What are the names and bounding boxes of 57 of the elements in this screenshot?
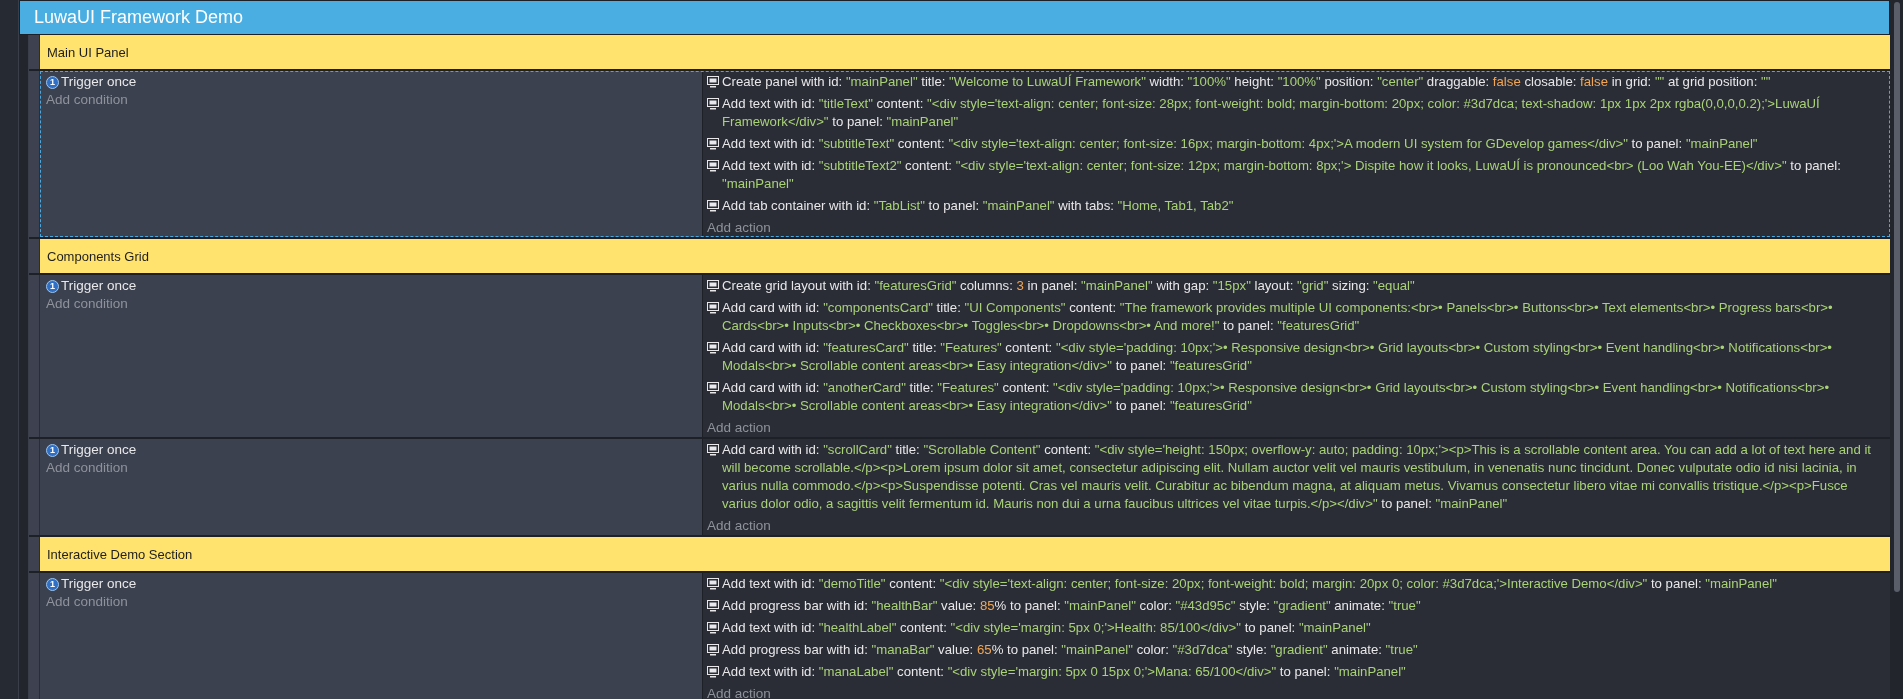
monitor-icon xyxy=(707,444,719,456)
action-text[interactable]: Add card with id: "anotherCard" title: "Features" content: "<div style='padding: 10px;'>• Responsive design<br>• Grid layouts<br>• Custom styling<br>• Event handling<br>• Notifications<br>• Modals<br>• Scrollable content areas<br>• Easy integration</div>" to panel: "featuresGrid" xyxy=(722,379,1886,415)
event-block[interactable] xyxy=(40,275,1890,437)
drag-handle[interactable] xyxy=(29,439,40,535)
action-text[interactable]: Add text with id: "demoTitle" content: "<div style='text-align: center; font-size: 20px; font-weight: bold; margin: 20px 0; color: #3d7dca;'>Interactive Demo</div>" to panel: "mainPanel" xyxy=(722,575,1777,593)
monitor-icon xyxy=(707,622,719,634)
trigger-once-icon: 1 xyxy=(46,577,59,591)
action-text[interactable]: Add tab container with id: "TabList" to panel: "mainPanel" with tabs: "Home, Tab1, Tab2" xyxy=(722,197,1234,215)
trigger-once-icon: 1 xyxy=(46,75,59,89)
action-text[interactable]: Add progress bar with id: "healthBar" value: 85% to panel: "mainPanel" color: "#43d95c" style: "gradient" animate: "true" xyxy=(722,597,1421,615)
drag-handle[interactable] xyxy=(29,275,40,437)
add-action-link[interactable]: Add action xyxy=(707,517,771,535)
drag-handle[interactable] xyxy=(29,573,40,699)
action-text[interactable]: Create grid layout with id: "featuresGrid" columns: 3 in panel: "mainPanel" with gap: "15px" layout: "grid" sizing: "equal" xyxy=(722,277,1415,295)
drag-handle[interactable] xyxy=(29,239,40,273)
monitor-icon xyxy=(707,382,719,394)
event-block[interactable] xyxy=(40,439,1890,535)
drag-handle[interactable] xyxy=(29,35,40,69)
monitor-icon xyxy=(707,600,719,612)
monitor-icon xyxy=(707,76,719,88)
monitor-icon xyxy=(707,666,719,678)
scrollbar[interactable] xyxy=(1893,2,1900,592)
add-action-link[interactable]: Add action xyxy=(707,685,771,699)
monitor-icon xyxy=(707,98,719,110)
comment-bar[interactable]: Main UI Panel xyxy=(40,35,1890,69)
drag-handle[interactable] xyxy=(29,537,40,571)
monitor-icon xyxy=(707,160,719,172)
action-text[interactable]: Add card with id: "scrollCard" title: "Scrollable Content" content: "<div style='height: 150px; overflow-y: auto; padding: 10px;'><p>This is a scrollable content area. You can add a lot of text here and it will become scrollable.</p><p>Lorem ipsum dolor sit amet, consectetur adipiscing elit. Nullam auctor velit vel mauris vestibulum, in venenatis nunc tincidunt. Donec vulputate odio id nisi lacinia, in varius nulla commodo.</p><p>Suspendisse potenti. Cras vel mauris velit. Curabitur ac bibendum magna, at aliquam metus. Vivamus consectetur libero vitae mi convallis tristique.</p><p>Fusce varius dolor odio, a sagittis velit fermentum id. Mauris non dui a urna faucibus ultrices vel vitae turpis.</p></div>" to panel: "mainPanel" xyxy=(722,441,1886,513)
monitor-icon xyxy=(707,280,719,292)
event-block[interactable] xyxy=(40,573,1890,699)
drag-handle[interactable] xyxy=(29,71,40,237)
action-text[interactable]: Add text with id: "manaLabel" content: "<div style='margin: 5px 0 15px 0;'>Mana: 65/100</div>" to panel: "mainPanel" xyxy=(722,663,1406,681)
action-text[interactable]: Add progress bar with id: "manaBar" value: 65% to panel: "mainPanel" color: "#3d7dca" style: "gradient" animate: "true" xyxy=(722,641,1418,659)
action-text[interactable]: Create panel with id: "mainPanel" title: "Welcome to LuwaUÍ Framework" width: "100%" height: "100%" position: "center" draggable: false closable: false in grid: "" at grid position: "" xyxy=(722,73,1771,91)
monitor-icon xyxy=(707,342,719,354)
monitor-icon xyxy=(707,302,719,314)
monitor-icon xyxy=(707,200,719,212)
add-action-link[interactable]: Add action xyxy=(707,419,771,437)
action-text[interactable]: Add card with id: "featuresCard" title: "Features" content: "<div style='padding: 10px;'>• Responsive design<br>• Grid layouts<br>• Custom styling<br>• Event handling<br>• Notifications<br>• Modals<br>• Scrollable content areas<br>• Easy integration</div>" to panel: "featuresGrid" xyxy=(722,339,1886,375)
action-text[interactable]: Add text with id: "healthLabel" content: "<div style='margin: 5px 0;'>Health: 85/100</div>" to panel: "mainPanel" xyxy=(722,619,1371,637)
condition-text[interactable]: Trigger once xyxy=(61,277,137,295)
action-text[interactable]: Add text with id: "subtitleText" content: "<div style='text-align: center; font-size: 16px; margin-bottom: 4px;'>A modern UI system for GDevelop games</div>" to panel: "mainPanel" xyxy=(722,135,1758,153)
condition-text[interactable]: Trigger once xyxy=(61,73,137,91)
monitor-icon xyxy=(707,578,719,590)
action-text[interactable]: Add card with id: "componentsCard" title: "UI Components" content: "The framework provides multiple UI components:<br>• Panels<br>• Buttons<br>• Text elements<br>• Progress bars<br>• Cards<br>• Inputs<br>• Checkboxes<br>• Toggles<br>• Dropdowns<br>• And more!" to panel: "featuresGrid" xyxy=(722,299,1886,335)
action-text[interactable]: Add text with id: "subtitleText2" content: "<div style='text-align: center; font-size: 12px; margin-bottom: 8px;'> Dispite how it looks, LuwaUÍ is pronounced<br> (Loo Wah You-EE)</div>" to panel: "mainPanel" xyxy=(722,157,1886,193)
add-action-link[interactable]: Add action xyxy=(707,219,771,237)
comment-bar[interactable]: Components Grid xyxy=(40,239,1890,273)
event-block[interactable] xyxy=(40,71,1890,237)
condition-text[interactable]: Trigger once xyxy=(61,441,137,459)
action-text[interactable]: Add text with id: "titleText" content: "<div style='text-align: center; font-size: 28px; font-weight: bold; margin-bottom: 20px; color: #3d7dca; text-shadow: 1px 1px 2px rgba(0,0,0,0.2);'>LuwaUÍ Framework</div>" to panel: "mainPanel" xyxy=(722,95,1886,131)
monitor-icon xyxy=(707,138,719,150)
monitor-icon xyxy=(707,644,719,656)
condition-text[interactable]: Trigger once xyxy=(61,575,137,593)
trigger-once-icon: 1 xyxy=(46,279,59,293)
comment-bar[interactable]: Interactive Demo Section xyxy=(40,537,1890,571)
trigger-once-icon: 1 xyxy=(46,443,59,457)
